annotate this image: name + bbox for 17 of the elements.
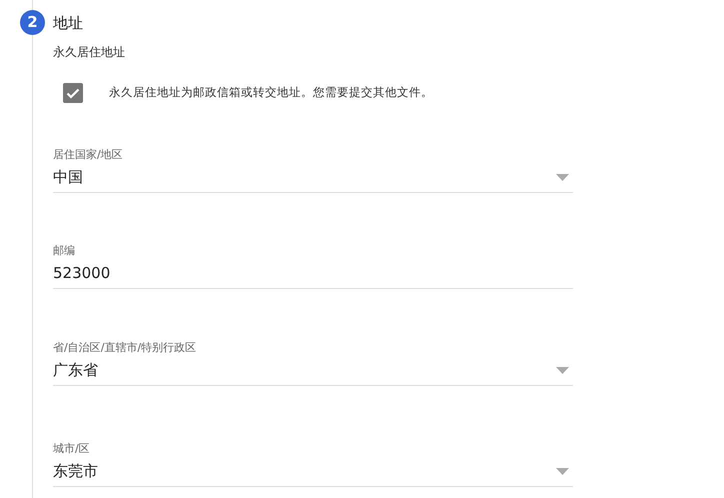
input-field[interactable]: 邮编 523000 [53,243,573,289]
field-label: 邮编 [53,243,75,258]
dropdown-caret-icon [556,366,569,374]
step-number: 2 [20,10,45,35]
checkbox-label: 永久居住地址为邮政信箱或转交地址。您需要提交其他文件。 [109,84,433,102]
select-field[interactable]: 城市/区 东莞市 [53,441,573,487]
dropdown-caret-icon [556,468,569,474]
checkbox[interactable] [63,83,83,103]
step-title: 地址 [53,13,83,34]
section-subtitle: 永久居住地址 [53,44,125,61]
dropdown-caret-icon [556,174,569,180]
check-icon [66,88,80,98]
select-field[interactable]: 居住国家/地区 中国 [53,147,573,193]
select-field[interactable]: 省/自治区/直辖市/特别行政区 广东省 [53,340,573,386]
field-label: 居住国家/地区 [53,147,123,162]
field-label: 城市/区 [53,441,90,456]
field-label: 省/自治区/直辖市/特别行政区 [53,340,196,355]
